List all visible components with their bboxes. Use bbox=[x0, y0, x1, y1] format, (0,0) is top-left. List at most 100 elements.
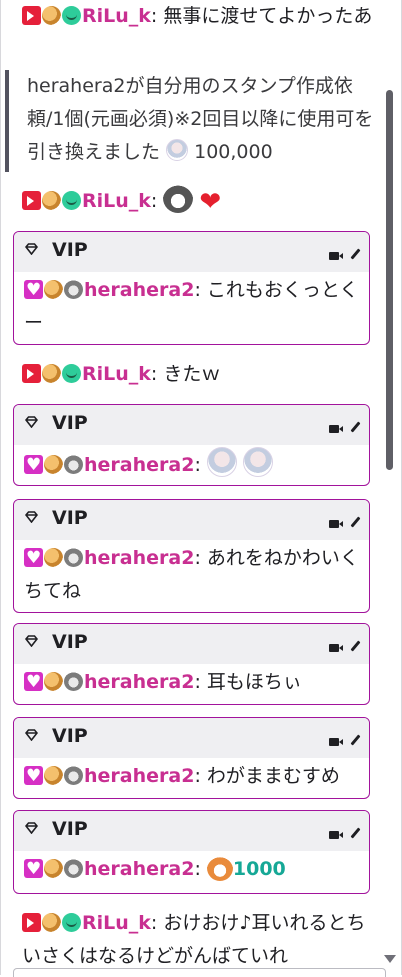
vip-message-card: VIP herahera2: 1000 bbox=[13, 810, 370, 894]
girl-emote-icon[interactable] bbox=[206, 447, 237, 477]
cookie-badge-icon[interactable] bbox=[42, 191, 61, 210]
broadcaster-badge-icon[interactable] bbox=[22, 191, 41, 210]
vip-message-card: VIP herahera2: bbox=[13, 404, 370, 486]
message-text: 無事に渡せてよかったあ bbox=[163, 5, 373, 27]
subscriber-badge-icon[interactable] bbox=[62, 364, 81, 383]
video-icon[interactable] bbox=[329, 738, 343, 746]
subscriber-badge-icon[interactable] bbox=[62, 191, 81, 210]
cookie-badge-icon[interactable] bbox=[42, 6, 61, 25]
reward-redemption-notice: herahera2が自分用のスタンプ作成依頼/1個(元画必須)※2回目以降に使用… bbox=[5, 70, 380, 172]
pen-icon[interactable] bbox=[350, 827, 361, 839]
heart-badge-icon[interactable] bbox=[24, 274, 43, 307]
dog-badge-icon[interactable] bbox=[64, 280, 83, 299]
username[interactable]: herahera2 bbox=[84, 279, 194, 301]
cookie-badge-icon[interactable] bbox=[44, 280, 63, 299]
chat-list[interactable]: RiLu_k: 無事に渡せてよかったあ herahera2が自分用のスタンプ作成… bbox=[0, 0, 386, 975]
pen-icon[interactable] bbox=[350, 640, 361, 652]
dog-badge-icon[interactable] bbox=[64, 672, 83, 691]
diamond-icon bbox=[25, 729, 38, 741]
heart-badge-icon[interactable] bbox=[24, 760, 43, 793]
dog-badge-icon[interactable] bbox=[64, 455, 83, 474]
vip-message-card: VIP herahera2: あれをねかわいくちてね bbox=[13, 499, 370, 613]
pen-icon[interactable] bbox=[350, 248, 361, 260]
username[interactable]: herahera2 bbox=[84, 454, 194, 476]
username[interactable]: RiLu_k bbox=[82, 912, 151, 934]
channel-points-icon bbox=[166, 139, 189, 161]
username[interactable]: herahera2 bbox=[84, 547, 194, 569]
chat-message: RiLu_k: おけおけ♪耳いれるとちいさくはなるけどがんばていれ bbox=[22, 907, 380, 973]
separator: : bbox=[194, 454, 207, 476]
chat-message: RiLu_k: 無事に渡せてよかったあ bbox=[22, 0, 380, 33]
message-text: きたｗ bbox=[163, 363, 221, 385]
username[interactable]: herahera2 bbox=[84, 671, 194, 693]
broadcaster-badge-icon[interactable] bbox=[22, 364, 41, 383]
cookie-badge-icon[interactable] bbox=[42, 913, 61, 932]
diamond-icon bbox=[25, 243, 38, 255]
heart-badge-icon[interactable] bbox=[24, 449, 43, 482]
pen-icon[interactable] bbox=[350, 421, 361, 433]
heart-emote-icon[interactable]: ❤ bbox=[199, 187, 221, 217]
broadcaster-badge-icon[interactable] bbox=[22, 913, 41, 932]
video-icon[interactable] bbox=[329, 252, 343, 260]
video-icon[interactable] bbox=[329, 520, 343, 528]
video-icon[interactable] bbox=[329, 425, 343, 433]
cookie-badge-icon[interactable] bbox=[44, 859, 63, 878]
dog-badge-icon[interactable] bbox=[64, 548, 83, 567]
heart-badge-icon[interactable] bbox=[24, 666, 43, 699]
vip-message-card: VIP herahera2: これもおくっとくー bbox=[13, 231, 370, 345]
vip-label: VIP bbox=[52, 818, 88, 840]
cheer-amount: 1000 bbox=[232, 858, 286, 880]
husky-emote-icon[interactable] bbox=[163, 183, 194, 213]
vip-header: VIP bbox=[14, 718, 369, 758]
shiba-cheer-icon[interactable] bbox=[206, 855, 233, 881]
video-icon[interactable] bbox=[329, 831, 343, 839]
username[interactable]: herahera2 bbox=[84, 765, 194, 787]
diamond-icon bbox=[25, 635, 38, 647]
separator: : bbox=[150, 5, 164, 27]
cookie-badge-icon[interactable] bbox=[42, 364, 61, 383]
heart-badge-icon[interactable] bbox=[24, 542, 43, 575]
vip-label: VIP bbox=[52, 631, 88, 653]
username[interactable]: RiLu_k bbox=[82, 190, 151, 212]
pen-icon[interactable] bbox=[350, 734, 361, 746]
separator: : bbox=[194, 858, 207, 880]
separator: : bbox=[150, 363, 164, 385]
vip-header: VIP bbox=[14, 405, 369, 445]
vip-message-card: VIP herahera2: わがままむすめ bbox=[13, 717, 370, 799]
message-text: 耳もほちぃ bbox=[206, 671, 302, 693]
separator: : bbox=[150, 190, 164, 212]
dog-badge-icon[interactable] bbox=[64, 859, 83, 878]
vip-header: VIP bbox=[14, 500, 369, 540]
separator: : bbox=[194, 671, 207, 693]
subscriber-badge-icon[interactable] bbox=[62, 6, 81, 25]
diamond-icon bbox=[25, 416, 38, 428]
chat-message: RiLu_k: きたｗ bbox=[22, 358, 380, 391]
username[interactable]: RiLu_k bbox=[82, 5, 151, 27]
scroll-down-arrow-icon[interactable] bbox=[384, 955, 396, 963]
video-icon[interactable] bbox=[329, 644, 343, 652]
cookie-badge-icon[interactable] bbox=[44, 548, 63, 567]
redemption-cost: 100,000 bbox=[194, 141, 273, 163]
separator: : bbox=[194, 279, 207, 301]
chat-input-edge[interactable] bbox=[13, 968, 386, 977]
vip-header: VIP bbox=[14, 232, 369, 272]
broadcaster-badge-icon[interactable] bbox=[22, 6, 41, 25]
username[interactable]: RiLu_k bbox=[82, 363, 151, 385]
pen-icon[interactable] bbox=[350, 516, 361, 528]
heart-badge-icon[interactable] bbox=[24, 853, 43, 886]
girl-emote-icon[interactable] bbox=[242, 447, 273, 477]
username[interactable]: herahera2 bbox=[84, 858, 194, 880]
vip-header: VIP bbox=[14, 624, 369, 664]
vip-label: VIP bbox=[52, 725, 88, 747]
scrollbar-thumb[interactable] bbox=[386, 90, 393, 470]
vip-label: VIP bbox=[52, 507, 88, 529]
vip-label: VIP bbox=[52, 412, 88, 434]
chat-message: RiLu_k: ❤ bbox=[22, 183, 380, 219]
subscriber-badge-icon[interactable] bbox=[62, 913, 81, 932]
cookie-badge-icon[interactable] bbox=[44, 455, 63, 474]
dog-badge-icon[interactable] bbox=[64, 766, 83, 785]
cookie-badge-icon[interactable] bbox=[44, 672, 63, 691]
cookie-badge-icon[interactable] bbox=[44, 766, 63, 785]
separator: : bbox=[194, 765, 207, 787]
diamond-icon bbox=[25, 822, 38, 834]
